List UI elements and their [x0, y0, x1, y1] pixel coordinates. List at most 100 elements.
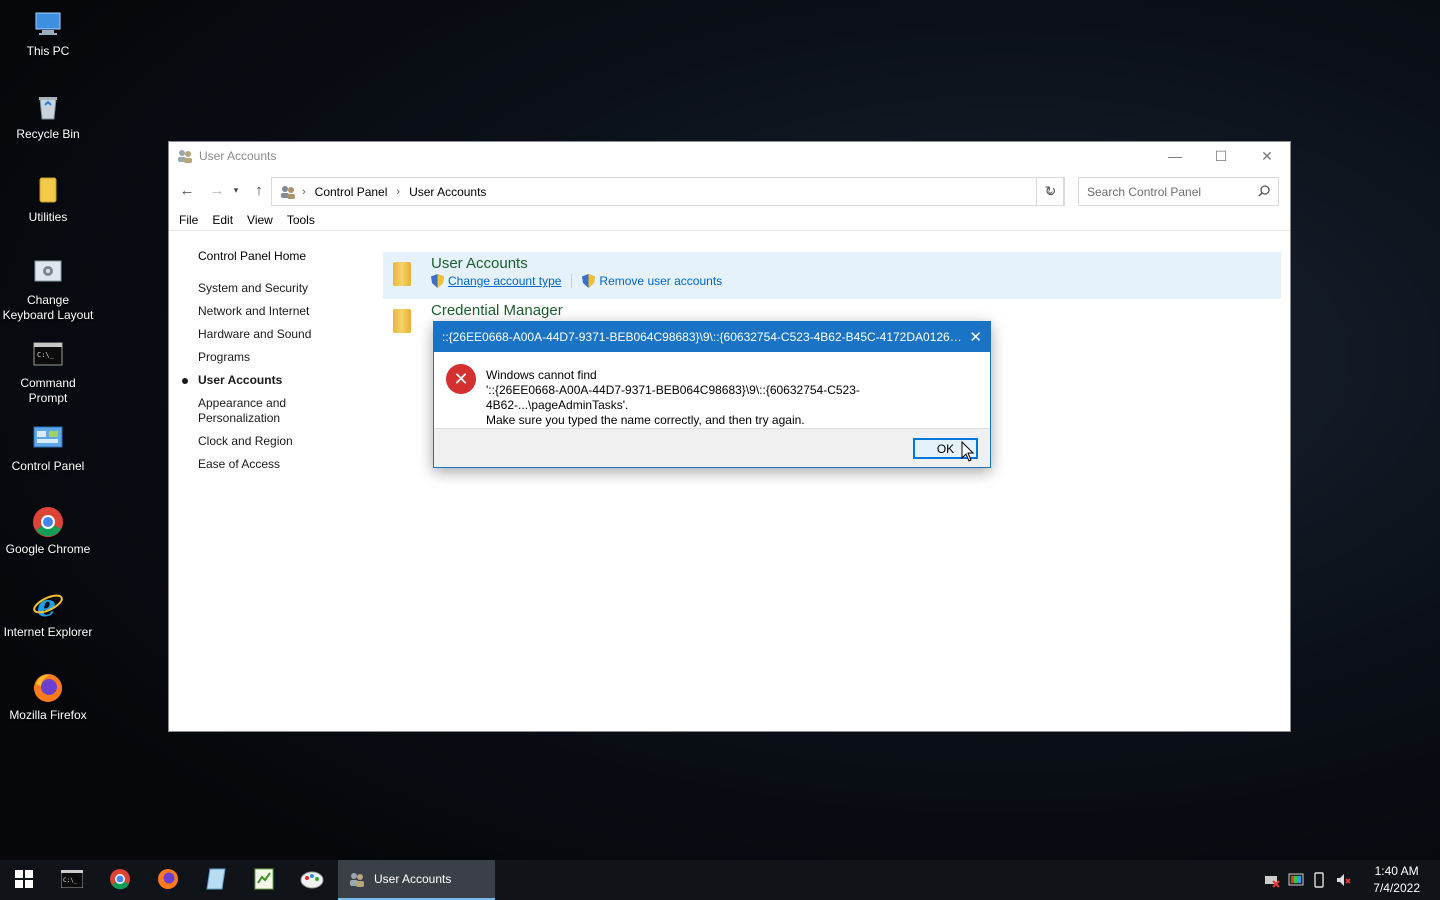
notepad-icon	[206, 868, 226, 893]
breadcrumb-separator[interactable]: ›	[396, 186, 400, 198]
refresh-icon: ↻	[1044, 183, 1057, 199]
recent-locations-button[interactable]: ▾	[229, 178, 243, 202]
sidebar-item-network-and-internet[interactable]: Network and Internet	[198, 304, 378, 319]
sidebar-item-user-accounts[interactable]: User Accounts	[182, 373, 378, 388]
chrome-icon	[109, 868, 131, 893]
window-controls: — ☐ ✕	[1152, 142, 1290, 170]
taskbar-clock[interactable]: 1:40 AM 7/4/2022	[1373, 863, 1420, 897]
link-text: Remove user accounts	[599, 274, 723, 288]
arrow-up-icon: ↑	[255, 181, 263, 199]
desktop-icon-change-keyboard-layout[interactable]: Change Keyboard Layout	[0, 257, 96, 323]
dialog-title: ::{26EE0668-A00A-44D7-9371-BEB064C98683}…	[442, 330, 962, 344]
menu-view[interactable]: View	[247, 213, 273, 227]
desktop-icon-label-line1: Command	[20, 376, 76, 390]
taskbar-task-editor[interactable]	[240, 860, 288, 900]
taskbar-command-prompt[interactable]: C:\_	[48, 860, 96, 900]
start-button[interactable]	[0, 860, 48, 900]
sidebar-item-programs[interactable]: Programs	[198, 350, 378, 365]
keyboard-settings-icon	[32, 257, 64, 289]
users-icon	[177, 149, 193, 163]
sidebar-item-clock-and-region[interactable]: Clock and Region	[198, 434, 378, 449]
back-button[interactable]: ←	[175, 178, 199, 202]
menu-edit[interactable]: Edit	[212, 213, 233, 227]
sidebar: Control Panel Home System and Security N…	[182, 249, 378, 480]
category-user-accounts: User Accounts Change account type Remove…	[383, 252, 1281, 299]
desktop-icon-label: Recycle Bin	[16, 127, 80, 141]
desktop-icon-mozilla-firefox[interactable]: Mozilla Firefox	[0, 672, 96, 723]
taskbar: C:\_ User Accounts 1:40 AM 7/4/2022	[0, 860, 1440, 900]
sidebar-item-hardware-and-sound[interactable]: Hardware and Sound	[198, 327, 378, 342]
computer-icon	[32, 8, 64, 40]
desktop-icon-recycle-bin[interactable]: Recycle Bin	[0, 91, 96, 142]
svg-text:e: e	[37, 589, 56, 621]
error-dialog: ::{26EE0668-A00A-44D7-9371-BEB064C98683}…	[433, 321, 991, 468]
sidebar-control-panel-home[interactable]: Control Panel Home	[198, 249, 378, 263]
category-title[interactable]: User Accounts	[431, 255, 1281, 272]
breadcrumb-user-accounts[interactable]: User Accounts	[409, 185, 486, 199]
dialog-titlebar[interactable]: ::{26EE0668-A00A-44D7-9371-BEB064C98683}…	[434, 322, 990, 352]
up-button[interactable]: ↑	[247, 178, 271, 202]
category-links: Change account type Remove user accounts	[431, 274, 1281, 288]
desktop-icon-label-line2: Keyboard Layout	[2, 308, 94, 322]
dialog-footer: OK	[434, 428, 990, 467]
close-button[interactable]: ✕	[1244, 142, 1290, 170]
spreadsheet-icon	[254, 868, 274, 893]
window-titlebar[interactable]: User Accounts — ☐ ✕	[169, 142, 1290, 170]
desktop-icon-label: Utilities	[28, 210, 68, 224]
search-input[interactable]	[1087, 184, 1247, 199]
folder-icon	[393, 262, 411, 286]
remove-user-accounts-link[interactable]: Remove user accounts	[582, 274, 722, 288]
sidebar-item-ease-of-access[interactable]: Ease of Access	[198, 457, 378, 472]
taskbar-user-accounts[interactable]: User Accounts	[338, 860, 495, 900]
change-account-type-link[interactable]: Change account type	[431, 274, 561, 288]
clock-time: 1:40 AM	[1374, 864, 1419, 878]
forward-button[interactable]: →	[205, 178, 229, 202]
search-icon[interactable]	[1258, 185, 1270, 200]
sidebar-item-system-and-security[interactable]: System and Security	[198, 281, 378, 296]
search-box	[1078, 177, 1279, 206]
breadcrumb-control-panel[interactable]: Control Panel	[315, 185, 388, 199]
refresh-button[interactable]: ↻	[1036, 177, 1065, 206]
desktop-icon-google-chrome[interactable]: Google Chrome	[0, 506, 96, 557]
dialog-close-button[interactable]: ✕	[969, 328, 982, 346]
recycle-bin-icon	[32, 91, 64, 123]
dialog-body: ✕ Windows cannot find '::{26EE0668-A00A-…	[434, 352, 990, 428]
network-disconnected-icon[interactable]	[1264, 872, 1280, 888]
desktop-icon-label: Internet Explorer	[3, 625, 93, 639]
window-title: User Accounts	[199, 149, 277, 163]
maximize-button[interactable]: ☐	[1198, 142, 1244, 170]
menu-file[interactable]: File	[179, 213, 198, 227]
desktop-icon-label: Google Chrome	[5, 542, 91, 556]
address-bar[interactable]: › Control Panel › User Accounts ⌄	[271, 177, 1064, 206]
taskbar-notepad[interactable]	[192, 860, 240, 900]
desktop-icon-utilities[interactable]: Utilities	[0, 174, 96, 225]
taskbar-firefox[interactable]	[144, 860, 192, 900]
usb-device-icon[interactable]	[1312, 872, 1326, 888]
desktop-icon-label: Control Panel	[11, 459, 85, 473]
desktop-icon-control-panel[interactable]: Control Panel	[0, 423, 96, 474]
minimize-button[interactable]: —	[1152, 142, 1198, 170]
category-title[interactable]: Credential Manager	[431, 302, 1281, 319]
volume-muted-icon[interactable]	[1336, 872, 1351, 888]
paint-icon	[300, 868, 324, 893]
desktop-icon-this-pc[interactable]: This PC	[0, 8, 96, 59]
sidebar-item-appearance-and-personalization[interactable]: Appearance and Personalization	[198, 396, 378, 426]
sidebar-item-label-line1: Appearance and	[198, 396, 287, 410]
desktop-icon-internet-explorer[interactable]: e Internet Explorer	[0, 589, 96, 640]
arrow-right-icon: →	[209, 181, 225, 199]
firefox-icon	[32, 672, 64, 704]
breadcrumb-separator[interactable]: ›	[302, 186, 306, 198]
svg-text:C:\_: C:\_	[37, 351, 55, 359]
color-display-icon[interactable]	[1288, 872, 1304, 888]
windows-logo-icon	[15, 869, 33, 891]
chrome-icon	[32, 506, 64, 538]
dialog-message-line2: '::{26EE0668-A00A-44D7-9371-BEB064C98683…	[486, 383, 860, 412]
address-row: ← → ▾ ↑ › Control Panel › User Accounts …	[169, 170, 1290, 210]
mouse-cursor-icon	[961, 440, 975, 466]
arrow-left-icon: ←	[179, 181, 195, 199]
taskbar-chrome[interactable]	[96, 860, 144, 900]
clock-date: 7/4/2022	[1373, 881, 1420, 895]
menu-tools[interactable]: Tools	[287, 213, 315, 227]
taskbar-paint[interactable]	[288, 860, 336, 900]
desktop-icon-command-prompt[interactable]: C:\_ Command Prompt	[0, 340, 96, 406]
